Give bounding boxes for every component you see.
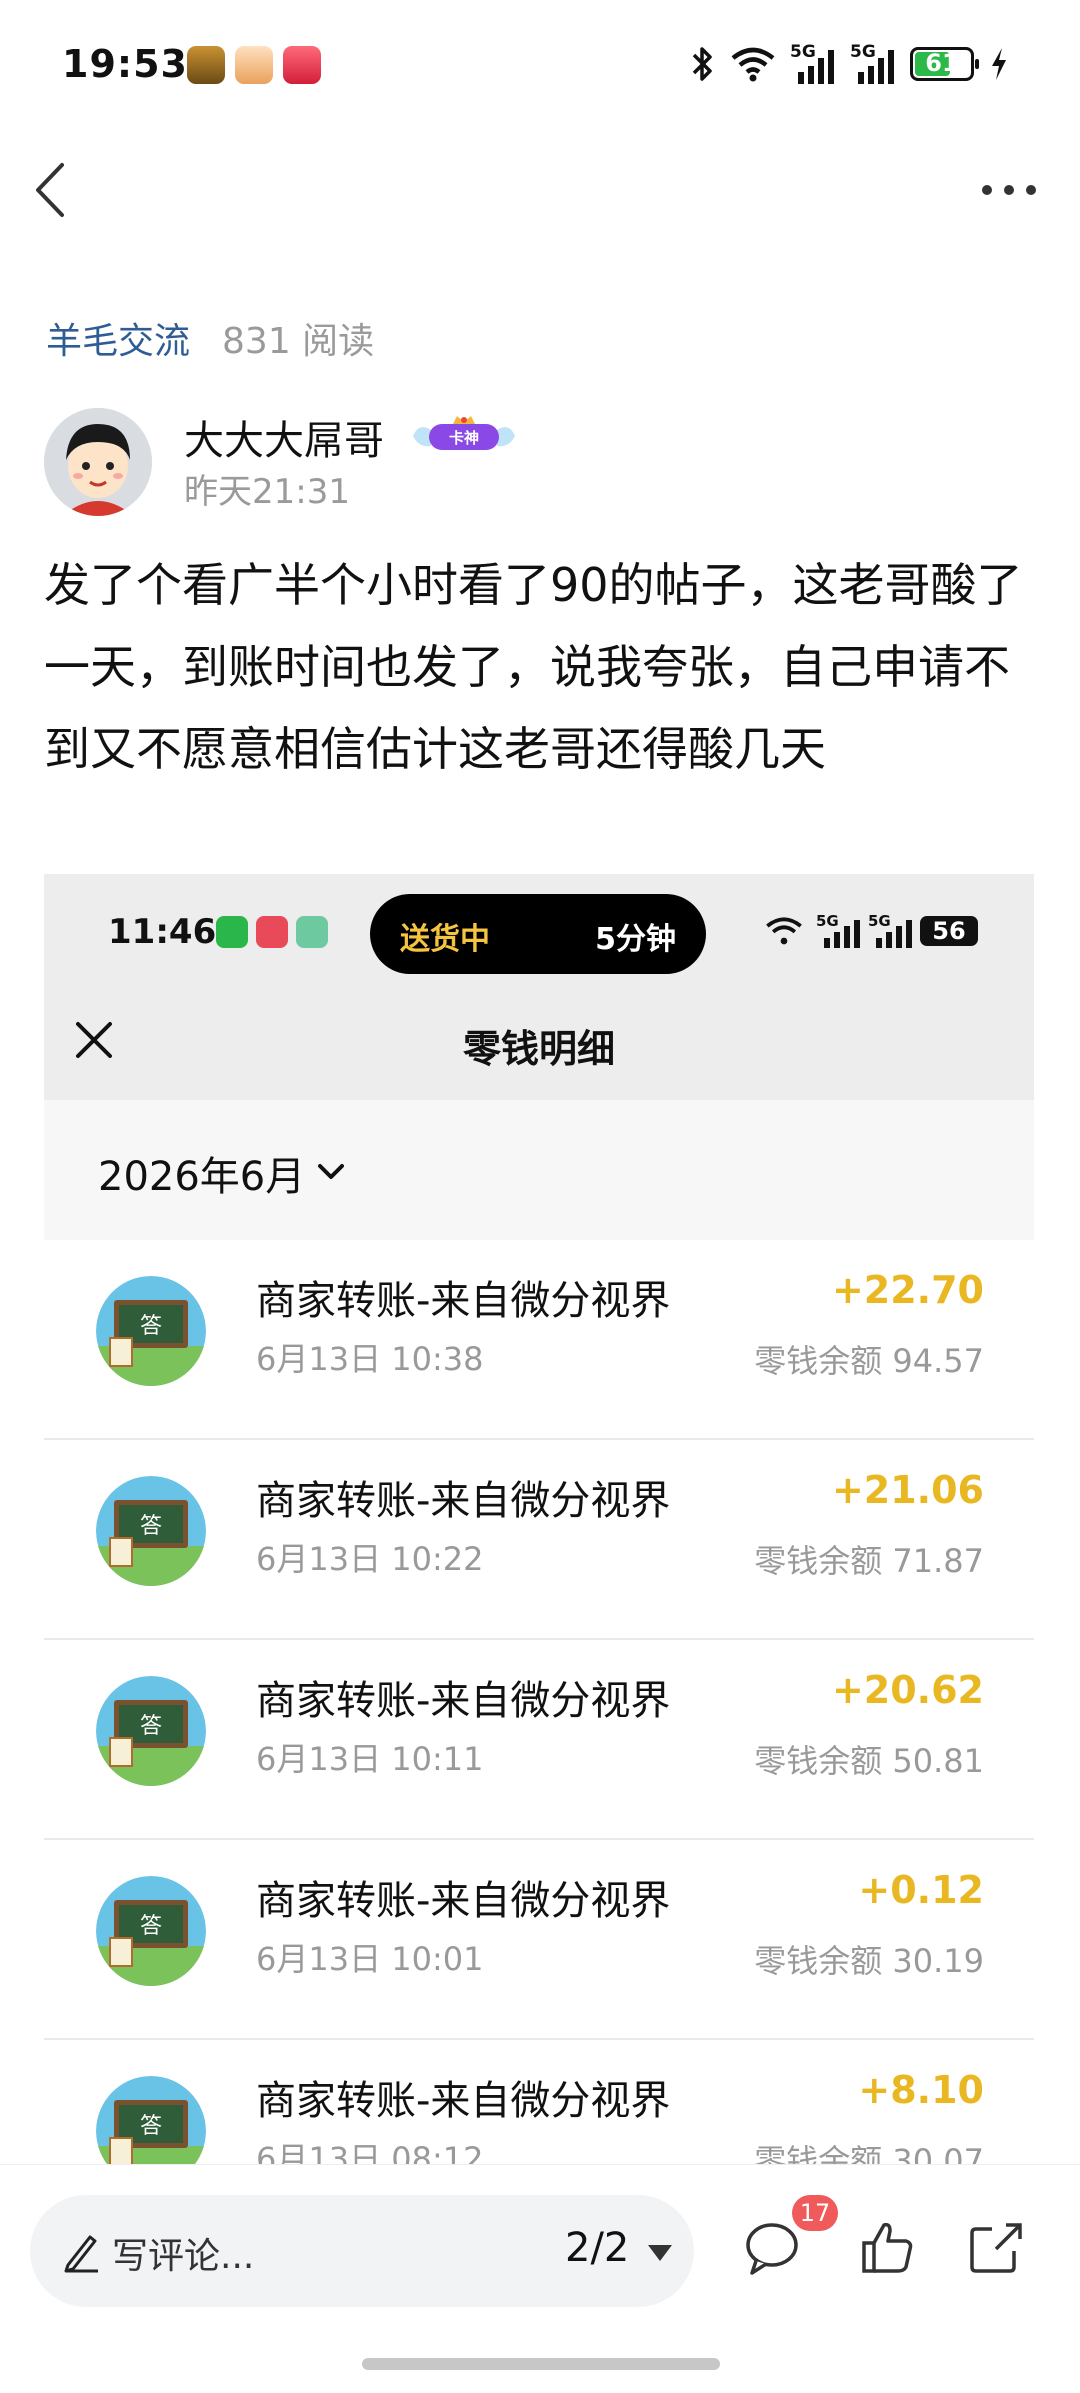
transaction-time: 6月13日 10:01 [256,1940,484,1978]
comment-icon[interactable] [742,2217,802,2277]
svg-text:答: 答 [140,1714,162,1739]
transaction-title: 商家转账-来自微分视界 [256,1478,671,1524]
comment-count-badge: 17 [792,2195,838,2231]
bottom-bar: 写评论... 2/2 17 [0,2164,1080,2393]
cellular-signal-icon: 5G [850,42,896,84]
share-icon[interactable] [966,2217,1026,2277]
avatar-image [44,408,152,516]
more-options-icon[interactable] [974,165,1044,215]
transaction-amount: +0.12 [858,1868,984,1912]
badge-label: 卡神 [449,429,479,447]
transaction-row[interactable]: 答 商家转账-来自微分视界 6月13日 10:01 +0.12 零钱余额 30.19 [44,1840,1034,2040]
pencil-icon [64,2235,98,2273]
transaction-row[interactable]: 答 商家转账-来自微分视界 6月13日 10:11 +20.62 零钱余额 50.81 [44,1640,1034,1840]
quiz-board-icon: 答 [96,2076,206,2164]
battery-icon: 56 [920,916,978,946]
bluetooth-icon [692,47,712,81]
wifi-icon [766,917,802,945]
page-indicator[interactable]: 2/2 [565,2225,629,2271]
transaction-time: 6月13日 10:22 [256,1540,484,1578]
download-icon [296,916,328,948]
transaction-time: 6月13日 10:38 [256,1340,484,1378]
thumbs-up-icon[interactable] [858,2217,918,2277]
category-link[interactable]: 羊毛交流 [46,312,190,364]
embedded-header: 零钱明细 [44,980,1034,1100]
page-title: 零钱明细 [462,1027,615,1071]
wifi-icon [731,47,775,82]
embedded-status-indicators: 5G 5G 56 [764,912,978,948]
transaction-title: 商家转账-来自微分视界 [256,1878,671,1924]
transaction-amount: +8.10 [858,2068,984,2112]
embedded-notification-icons [216,916,328,948]
transaction-time: 6月13日 08:12 [256,2140,484,2164]
app-notification-icon [283,46,321,84]
delivery-eta: 5分钟 [595,922,676,957]
transaction-time: 6月13日 10:11 [256,1740,484,1778]
quiz-board-icon: 答 [96,1476,206,1586]
transaction-amount: +22.70 [831,1268,984,1312]
caret-down-icon[interactable] [646,2243,674,2263]
transaction-balance: 零钱余额 30.07 [754,2142,984,2164]
delivery-status: 送货中 [400,922,490,957]
transaction-title: 商家转账-来自微分视界 [256,1678,671,1724]
avatar[interactable] [44,408,152,516]
svg-text:答: 答 [140,2114,162,2139]
comment-input[interactable]: 写评论... 2/2 [30,2195,694,2307]
back-arrow-icon[interactable] [26,157,86,223]
svg-text:答: 答 [140,1914,162,1939]
month-label[interactable]: 2026年6月 [98,1144,305,1202]
nav-bar [0,135,1080,245]
quiz-board-icon: 答 [96,1276,206,1386]
transaction-row[interactable]: 答 商家转账-来自微分视界 6月13日 08:12 +8.10 零钱余额 30.07 [44,2040,1034,2164]
post-meta: 羊毛交流 831 阅读 [46,312,374,364]
app-notification-icon [235,46,273,84]
author-name[interactable]: 大大大屌哥 [184,408,384,466]
transaction-title: 商家转账-来自微分视界 [256,1278,671,1324]
transaction-balance: 零钱余额 50.81 [754,1742,984,1780]
transaction-row[interactable]: 答 商家转账-来自微分视界 6月13日 10:22 +21.06 零钱余额 71.87 [44,1440,1034,1640]
author-row: 大大大屌哥 卡神 昨天21:31 [44,408,1004,518]
transaction-amount: +21.06 [831,1468,984,1512]
comment-placeholder: 写评论... [112,2236,255,2277]
chevron-down-icon[interactable] [316,1160,346,1184]
charging-icon [992,48,1006,80]
post-content: 发了个看广半个小时看了90的帖子，这老哥酸了一天，到账时间也发了，说我夸张，自己… [44,558,1023,776]
transaction-title: 商家转账-来自微分视界 [256,2078,671,2124]
post-time: 昨天21:31 [184,472,350,512]
transaction-balance: 零钱余额 30.19 [754,1942,984,1980]
post-image[interactable]: 11:46 送货中 5分钟 5G 5G 56 零钱明细 2026年6月 答 商家… [44,874,1034,2164]
notification-icons [187,46,321,84]
battery-icon: 61 [910,47,979,81]
wechat-icon [216,916,248,948]
embedded-time: 11:46 [108,912,217,952]
home-indicator[interactable] [362,2358,720,2370]
quiz-board-icon: 答 [96,1676,206,1786]
card-god-badge-icon: 卡神 [413,416,515,450]
quiz-board-icon: 答 [96,1876,206,1986]
transaction-amount: +20.62 [831,1668,984,1712]
embedded-status-bar: 11:46 送货中 5分钟 5G 5G 56 [44,874,1034,980]
app-notification-icon [256,916,288,948]
status-indicators: 5G 5G 61 [690,42,1010,84]
month-selector[interactable]: 2026年6月 [44,1100,1034,1240]
transaction-balance: 零钱余额 94.57 [754,1342,984,1380]
svg-text:答: 答 [140,1314,162,1339]
status-time: 19:53 [62,42,188,86]
status-bar: 19:53 5G 5G 61 [0,0,1080,135]
app-notification-icon [187,46,225,84]
transaction-row[interactable]: 答 商家转账-来自微分视界 6月13日 10:38 +22.70 零钱余额 94.57 [44,1240,1034,1440]
read-count: 831 阅读 [222,321,375,362]
dynamic-island: 送货中 5分钟 [370,894,706,974]
svg-text:答: 答 [140,1514,162,1539]
transaction-balance: 零钱余额 71.87 [754,1542,984,1580]
cellular-signal-icon: 5G [790,42,836,84]
cellular-signal-icon: 5G [816,912,860,948]
cellular-signal-icon: 5G [868,912,912,948]
